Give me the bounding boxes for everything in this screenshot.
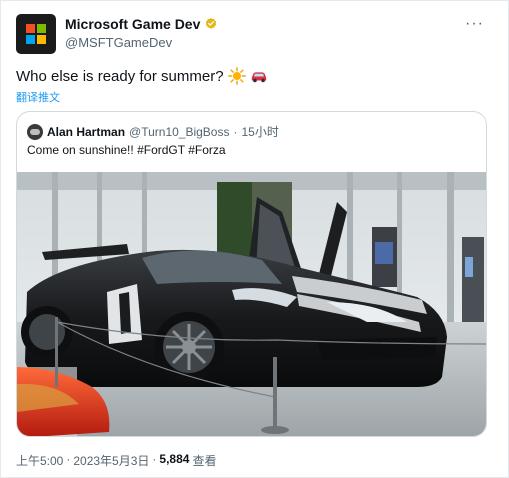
logo-square-red (26, 24, 35, 33)
tweet-date[interactable]: 2023年5月3日 (73, 452, 149, 469)
quoted-tweet-time[interactable]: 15小时 (241, 123, 278, 140)
verified-badge-icon (206, 17, 217, 29)
author-name-row: Microsoft Game Dev (65, 16, 218, 32)
translate-link[interactable]: 翻译推文 (16, 89, 60, 105)
logo-square-green (37, 24, 46, 33)
sun-icon (227, 67, 246, 85)
meta-separator: · (152, 452, 157, 466)
separator-dot: · (233, 124, 238, 139)
author-name[interactable]: Microsoft Game Dev (65, 16, 200, 32)
views-label: 查看 (192, 454, 217, 468)
views-count: 5,884 (159, 452, 190, 466)
tweet-time[interactable]: 上午5:00 (16, 452, 63, 469)
tweet-text: Who else is ready for summer? (16, 67, 224, 85)
author-handle[interactable]: @MSFTGameDev (65, 35, 172, 50)
logo-square-yellow (37, 35, 46, 44)
tweet-card: Microsoft Game Dev @MSFTGameDev ··· Who … (0, 0, 509, 478)
red-car-icon (251, 72, 266, 83)
quoted-author-avatar[interactable] (27, 123, 43, 140)
quoted-tweet[interactable]: Alan Hartman @Turn10_BigBoss · 15小时 Come… (16, 111, 487, 437)
ford-gt-photo[interactable] (17, 172, 487, 437)
quoted-author-handle[interactable]: @Turn10_BigBoss (129, 125, 229, 139)
logo-square-blue (26, 35, 35, 44)
tweet-meta: 上午5:00 · 2023年5月3日 · 5,884 查看 (16, 452, 216, 469)
author-avatar[interactable] (16, 14, 56, 54)
quoted-tweet-text: Come on sunshine!! #FordGT #Forza (27, 143, 226, 157)
quoted-author-name[interactable]: Alan Hartman (47, 125, 125, 139)
quoted-tweet-header: Alan Hartman @Turn10_BigBoss · 15小时 (27, 123, 279, 140)
tweet-text-row: Who else is ready for summer? (16, 67, 268, 85)
meta-separator: · (66, 452, 71, 466)
more-options-icon[interactable]: ··· (465, 15, 484, 33)
